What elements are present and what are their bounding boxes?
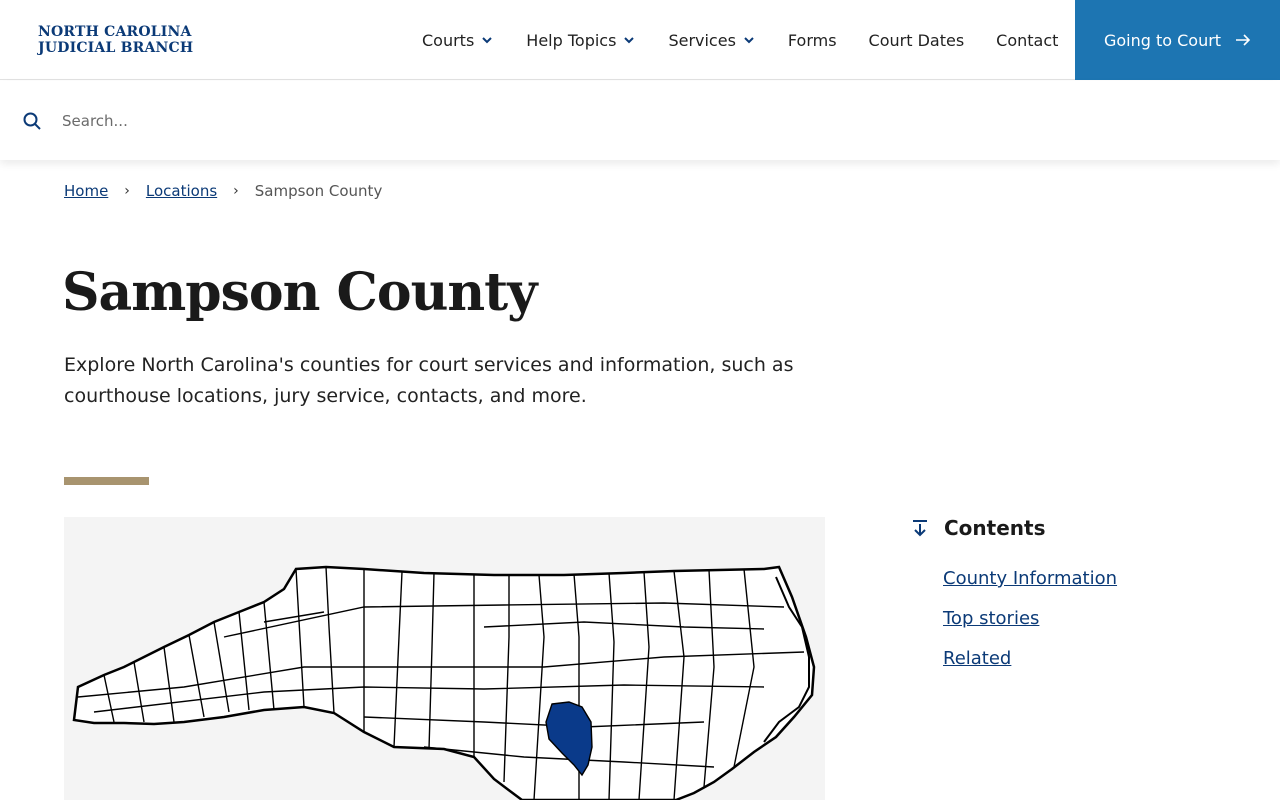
contents-sidebar: Contents County Information Top stories …	[910, 516, 1230, 688]
chevron-right-icon: ›	[233, 183, 239, 199]
nav-item-forms[interactable]: Forms	[772, 0, 853, 80]
county-map-panel	[64, 517, 825, 800]
page-title: Sampson County	[62, 262, 537, 323]
nav-label: Contact	[996, 30, 1059, 50]
logo-line-2: JUDICIAL BRANCH	[38, 40, 194, 56]
accent-divider	[64, 477, 149, 485]
nav-item-contact[interactable]: Contact	[980, 0, 1074, 80]
breadcrumb-home-link[interactable]: Home	[64, 182, 108, 200]
state-outline	[72, 565, 816, 800]
nav-label: Court Dates	[868, 30, 965, 50]
breadcrumb-current: Sampson County	[254, 182, 383, 200]
site-logo[interactable]: NORTH CAROLINA JUDICIAL BRANCH	[38, 24, 193, 56]
nav-item-services[interactable]: Services	[652, 0, 771, 80]
nav-item-courts[interactable]: Courts	[406, 0, 510, 80]
nc-county-map	[72, 565, 816, 800]
site-header: NORTH CAROLINA JUDICIAL BRANCH Courts He…	[0, 0, 1280, 80]
contents-link-county-information[interactable]: County Information	[943, 568, 1230, 589]
search-bar	[0, 81, 1280, 160]
main-nav: Courts Help Topics Services Forms Court …	[406, 0, 1074, 80]
arrow-down-to-line-icon	[913, 520, 927, 537]
cta-label: Going to Court	[1103, 30, 1222, 50]
contents-list: County Information Top stories Related	[943, 568, 1230, 669]
nav-label: Help Topics	[526, 30, 617, 50]
chevron-down-icon	[744, 37, 754, 44]
chevron-down-icon	[482, 37, 493, 44]
nav-label: Courts	[422, 30, 475, 50]
breadcrumb: Home › Locations › Sampson County	[64, 182, 382, 200]
contents-link-related[interactable]: Related	[943, 648, 1230, 669]
search-icon[interactable]	[22, 111, 42, 131]
going-to-court-button[interactable]: Going to Court	[1075, 0, 1280, 80]
chevron-down-icon	[624, 37, 635, 44]
nav-item-court-dates[interactable]: Court Dates	[853, 0, 981, 80]
chevron-right-icon: ›	[124, 183, 130, 199]
search-input[interactable]	[62, 103, 1242, 139]
contents-link-top-stories[interactable]: Top stories	[943, 608, 1230, 629]
breadcrumb-locations-link[interactable]: Locations	[146, 182, 217, 200]
nav-label: Forms	[787, 30, 837, 50]
contents-heading: Contents	[910, 516, 1230, 540]
nav-item-help-topics[interactable]: Help Topics	[510, 0, 652, 80]
page-intro: Explore North Carolina's counties for co…	[64, 354, 794, 407]
arrow-right-icon	[1236, 34, 1251, 46]
logo-line-1: NORTH CAROLINA	[38, 24, 192, 40]
nav-label: Services	[668, 30, 736, 50]
contents-title: Contents	[944, 516, 1046, 540]
